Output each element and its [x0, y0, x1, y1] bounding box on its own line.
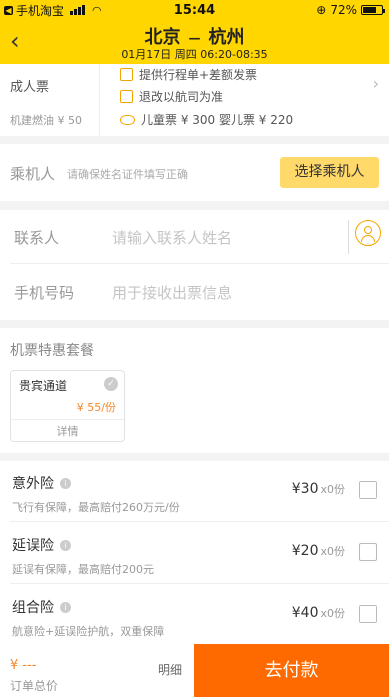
- contact-picker-button[interactable]: [348, 220, 382, 254]
- eye-icon: [120, 114, 135, 125]
- chevron-right-icon[interactable]: ›: [373, 74, 379, 93]
- passenger-section: 乘机人 请确保姓名证件填写正确 选择乘机人: [0, 144, 389, 201]
- battery-icon: [361, 5, 385, 15]
- insurance-name: 组合险: [12, 600, 54, 616]
- insurance-checkbox[interactable]: [359, 543, 377, 561]
- insurance-checkbox[interactable]: [359, 605, 377, 623]
- package-price: ¥ 55/份: [76, 401, 116, 414]
- person-icon: [355, 220, 381, 246]
- insurance-qty: x0份: [320, 483, 345, 496]
- bottom-bar: ¥ --- 订单总价 明细 去付款: [0, 644, 389, 697]
- insurance-qty: x0份: [320, 607, 345, 620]
- insurance-price: ¥20 x0份: [291, 543, 345, 559]
- insurance-row[interactable]: 延误险 i 延误有保障，最高赔付200元 ¥20 x0份: [10, 523, 389, 584]
- insurance-qty: x0份: [320, 545, 345, 558]
- package-title: 机票特惠套餐: [10, 343, 94, 359]
- battery-percent: 72%: [330, 3, 357, 17]
- contact-name-row: 联系人 请输入联系人姓名: [10, 210, 389, 264]
- choose-passenger-button[interactable]: 选择乘机人: [280, 157, 379, 188]
- contact-name-label: 联系人: [14, 229, 60, 247]
- ticket-type: 成人票 机建燃油 ¥ 50: [10, 64, 100, 136]
- phone-input[interactable]: 用于接收出票信息: [112, 282, 232, 303]
- package-section: 机票特惠套餐 贵宾通道 ✓ ¥ 55/份 详情: [0, 328, 389, 453]
- destination-city: 杭州: [208, 27, 245, 48]
- adult-ticket-label: 成人票: [10, 80, 50, 95]
- package-name: 贵宾通道: [19, 379, 68, 393]
- refund-icon: [120, 90, 133, 103]
- order-total-label: 订单总价: [10, 679, 59, 693]
- insurance-desc: 航意险+延误险护航，双重保障: [12, 625, 165, 638]
- insurance-row[interactable]: 组合险 i 航意险+延误险护航，双重保障 ¥40 x0份: [10, 585, 389, 646]
- insurance-row[interactable]: 意外险 i 飞行有保障，最高赔付260万元/份 ¥30 x0份: [10, 461, 389, 522]
- phone-label: 手机号码: [14, 284, 75, 302]
- route-arrow-icon: —: [188, 31, 201, 45]
- price-detail-link[interactable]: 明细: [158, 661, 182, 678]
- pay-button[interactable]: 去付款: [194, 644, 389, 697]
- passenger-hint: 请确保姓名证件填写正确: [67, 168, 188, 181]
- vip-package-card[interactable]: 贵宾通道 ✓ ¥ 55/份 详情: [10, 370, 125, 442]
- contact-phone-row: 手机号码 用于接收出票信息: [10, 265, 389, 319]
- package-detail-link[interactable]: 详情: [11, 419, 124, 442]
- child-price-text: 儿童票 ¥ 300 婴儿票 ¥ 220: [141, 113, 294, 127]
- insurance-price: ¥30 x0份: [291, 481, 345, 497]
- insurance-desc: 飞行有保障，最高赔付260万元/份: [12, 501, 180, 514]
- insurance-price: ¥40 x0份: [291, 605, 345, 621]
- refund-row: 退改以航司为准: [120, 88, 223, 105]
- check-icon[interactable]: ✓: [104, 377, 118, 391]
- invoice-icon: [120, 68, 133, 81]
- info-icon[interactable]: i: [60, 601, 71, 613]
- child-price-row: 儿童票 ¥ 300 婴儿票 ¥ 220: [120, 111, 293, 128]
- invoice-row: 提供行程单+差额发票: [120, 66, 257, 83]
- invoice-text: 提供行程单+差额发票: [139, 68, 258, 82]
- order-total: ¥ ---: [10, 658, 37, 673]
- insurance-checkbox[interactable]: [359, 481, 377, 499]
- insurance-section: 意外险 i 飞行有保障，最高赔付260万元/份 ¥30 x0份 延误险 i 延误有保障…: [0, 461, 389, 644]
- passenger-label: 乘机人: [10, 165, 56, 183]
- info-icon[interactable]: i: [60, 539, 71, 551]
- flight-time: 01月17日 周四 06:20-08:35: [121, 48, 268, 61]
- lock-rotation-icon: ⊕: [316, 3, 327, 17]
- ticket-info-card[interactable]: 成人票 机建燃油 ¥ 50 提供行程单+差额发票 退改以航司为准 儿童票 ¥ 3…: [0, 64, 389, 136]
- fuel-fee: 机建燃油 ¥ 50: [10, 114, 82, 127]
- refund-text: 退改以航司为准: [139, 90, 224, 104]
- insurance-name: 延误险: [12, 538, 54, 554]
- header: ‹ 北京 — 杭州 01月17日 周四 06:20-08:35: [0, 20, 389, 64]
- contact-section: 联系人 请输入联系人姓名 手机号码 用于接收出票信息: [0, 210, 389, 320]
- status-bar: ◀ 手机淘宝 ◠ 15:44 ⊕ 72%: [0, 0, 389, 20]
- origin-city: 北京: [144, 27, 181, 48]
- insurance-desc: 延误有保障，最高赔付200元: [12, 563, 154, 576]
- info-icon[interactable]: i: [60, 477, 71, 489]
- insurance-name: 意外险: [12, 476, 54, 492]
- contact-name-input[interactable]: 请输入联系人姓名: [112, 227, 232, 248]
